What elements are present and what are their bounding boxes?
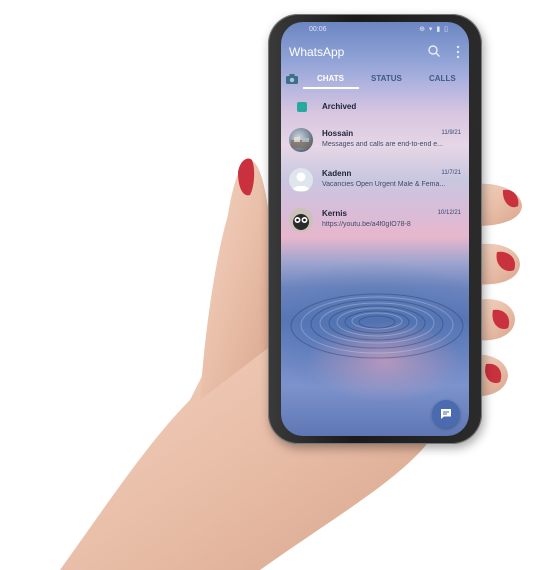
character-avatar-icon [293, 214, 309, 230]
tab-chats[interactable]: CHATS [317, 74, 344, 83]
avatar-photo-icon [291, 137, 311, 148]
app-title: WhatsApp [289, 45, 345, 59]
chat-preview: Messages and calls are end-to-end e... [322, 141, 444, 148]
chat-date: 11/7/21 [441, 170, 461, 176]
status-icons: ⊕ ▾ ▮ ▯ [419, 26, 449, 33]
more-vert-icon[interactable] [455, 45, 461, 59]
phone-screen: 00:06 ⊕ ▾ ▮ ▯ WhatsApp CHATS STATUS CALL… [281, 22, 469, 436]
chat-icon [441, 409, 451, 419]
chat-row-kadenn[interactable]: Kadenn 11/7/21 Vacancies Open Urgent Mal… [281, 168, 469, 196]
camera-icon[interactable] [285, 73, 299, 85]
archive-icon [297, 102, 307, 112]
tab-indicator [303, 87, 359, 89]
chat-date: 11/9/21 [441, 130, 461, 136]
status-bar: 00:06 ⊕ ▾ ▮ ▯ [297, 25, 457, 37]
avatar [289, 168, 313, 192]
new-chat-button[interactable] [432, 400, 460, 428]
chat-row-hossain[interactable]: Hossain 11/9/21 Messages and calls are e… [281, 128, 469, 156]
default-avatar-icon [292, 172, 310, 191]
search-icon[interactable] [427, 44, 441, 58]
avatar [289, 208, 313, 232]
tab-calls[interactable]: CALLS [429, 74, 456, 83]
chat-name: Hossain [322, 129, 354, 138]
app-bar: WhatsApp [281, 42, 469, 64]
chat-preview: Vacancies Open Urgent Male & Fema... [322, 181, 446, 188]
chat-date: 10/12/21 [437, 210, 461, 216]
tab-status[interactable]: STATUS [371, 74, 402, 83]
chat-preview: https://youtu.be/a4f0gIO78-8 [322, 221, 411, 228]
chat-row-kernis[interactable]: Kernis 10/12/21 https://youtu.be/a4f0gIO… [281, 208, 469, 236]
status-time: 00:06 [309, 26, 327, 33]
archived-label: Archived [322, 102, 357, 111]
tab-bar: CHATS STATUS CALLS [281, 70, 469, 92]
chat-name: Kadenn [322, 169, 352, 178]
chat-name: Kernis [322, 209, 347, 218]
archived-row[interactable]: Archived [281, 100, 469, 118]
avatar [289, 128, 313, 152]
